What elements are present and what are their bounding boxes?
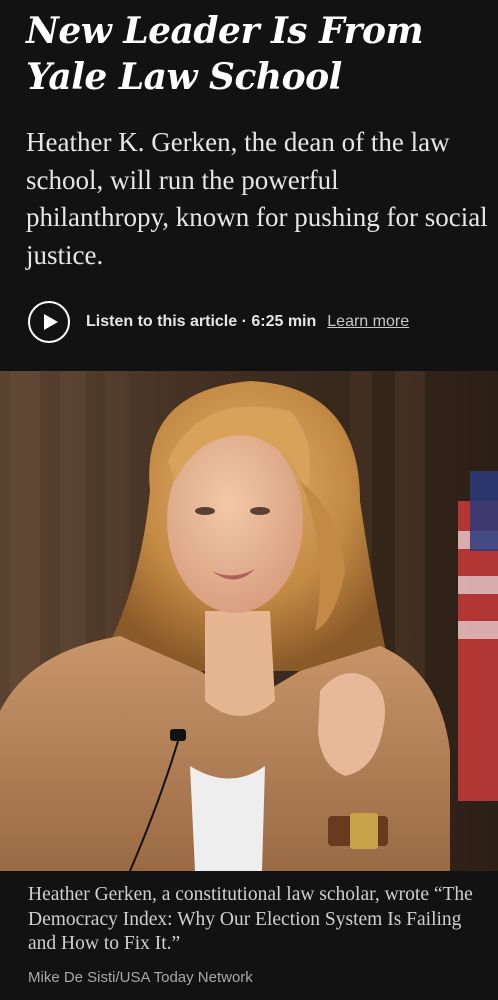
play-button[interactable] [28, 301, 70, 343]
headline-line-1: New Leader Is From [26, 10, 424, 52]
article-summary: Heather K. Gerken, the dean of the law s… [26, 127, 488, 270]
article-headline: New Leader Is From Yale Law School [26, 8, 486, 100]
portrait-image [0, 371, 498, 871]
article-photo [0, 371, 498, 871]
learn-more-link[interactable]: Learn more [327, 313, 409, 331]
headline-line-2: Yale Law School [26, 56, 342, 98]
play-icon [43, 314, 58, 330]
listen-duration-label: Listen to this article · 6:25 min [86, 313, 317, 330]
audio-player: Listen to this article · 6:25 min Learn … [28, 301, 409, 343]
photo-caption: Heather Gerken, a constitutional law sch… [28, 884, 473, 954]
photo-credit: Mike De Sisti/USA Today Network [28, 969, 253, 986]
